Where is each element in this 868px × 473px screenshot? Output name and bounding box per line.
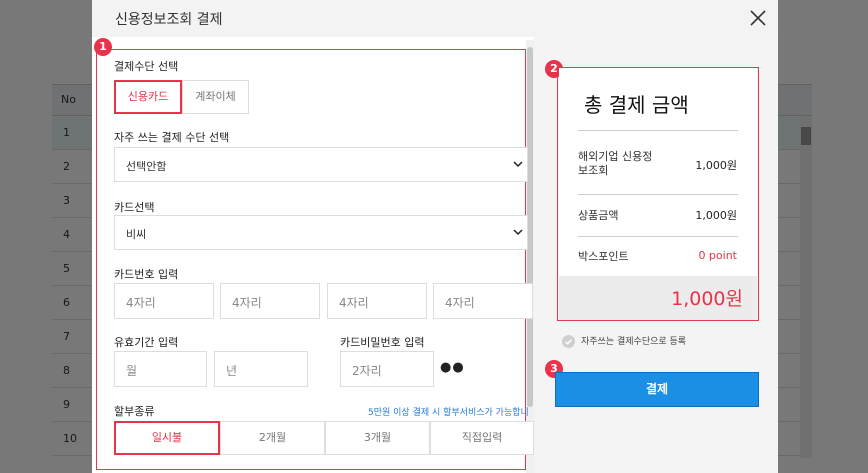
annotation-badge: 1 xyxy=(94,38,112,56)
installment-lump-sum-button[interactable]: 일시불 xyxy=(114,421,220,455)
chevron-down-icon xyxy=(513,229,523,236)
close-button[interactable] xyxy=(748,8,768,28)
payment-method-label: 결제수단 선택 xyxy=(114,60,179,73)
card-password-label: 카드비밀번호 입력 xyxy=(340,336,425,349)
installment-3months-button[interactable]: 3개월 xyxy=(325,421,430,455)
summary-title: 총 결제 금액 xyxy=(584,93,689,117)
summary-item-value: 1,000원 xyxy=(695,159,737,172)
frequent-method-select[interactable]: 선택안함 xyxy=(114,147,528,182)
card-number-input-4[interactable]: 4자리 xyxy=(433,283,533,319)
installment-label: 할부종류 xyxy=(114,405,155,418)
close-icon xyxy=(750,10,766,26)
payment-modal: 신용정보조회 결제 1 2 3 결제수단 선택 신용카드 계좌이체 자주 쓰는 … xyxy=(92,0,778,473)
summary-divider xyxy=(578,130,738,131)
pay-button[interactable]: 결제 xyxy=(555,372,759,407)
card-select[interactable]: 비씨 xyxy=(114,215,528,250)
check-icon xyxy=(562,335,575,348)
expiry-label: 유효기간 입력 xyxy=(114,336,179,349)
summary-total-bar: 1,000원 xyxy=(559,276,757,320)
frequent-method-label: 자주 쓰는 결제 수단 선택 xyxy=(114,131,230,144)
card-number-input-3[interactable]: 4자리 xyxy=(327,283,427,319)
summary-point-label: 박스포인트 xyxy=(578,250,629,263)
installment-custom-button[interactable]: 직접입력 xyxy=(430,421,534,455)
installment-2months-button[interactable]: 2개월 xyxy=(220,421,325,455)
card-password-input[interactable]: 2자리 xyxy=(340,351,434,387)
card-select-value: 비씨 xyxy=(126,228,147,241)
card-password-mask: ●● xyxy=(440,360,465,375)
card-number-label: 카드번호 입력 xyxy=(114,268,179,281)
payment-summary-card: 총 결제 금액 해외기업 신용정보조회 1,000원 상품금액 1,000원 박… xyxy=(559,68,757,320)
modal-title: 신용정보조회 결제 xyxy=(115,12,223,28)
expiry-year-input[interactable]: 년 xyxy=(214,351,308,387)
expiry-month-input[interactable]: 월 xyxy=(114,351,207,387)
summary-product-label: 상품금액 xyxy=(578,209,619,222)
modal-header: 신용정보조회 결제 xyxy=(92,0,778,37)
frequent-method-value: 선택안함 xyxy=(126,160,167,173)
payment-method-transfer-button[interactable]: 계좌이체 xyxy=(182,80,249,114)
summary-item-label: 해외기업 신용정보조회 xyxy=(578,150,653,177)
register-method-checkbox[interactable]: 자주쓰는 결제수단으로 등록 xyxy=(562,334,686,348)
card-select-label: 카드선택 xyxy=(114,201,155,214)
summary-divider xyxy=(578,194,738,195)
summary-divider xyxy=(578,236,738,237)
summary-total-value: 1,000원 xyxy=(671,288,743,310)
installment-note: 5만원 이상 결제 시 할부서비스가 가능합니다 xyxy=(368,408,528,418)
card-number-input-1[interactable]: 4자리 xyxy=(114,283,214,319)
chevron-down-icon xyxy=(513,161,523,168)
card-number-input-2[interactable]: 4자리 xyxy=(220,283,320,319)
summary-product-value: 1,000원 xyxy=(695,209,737,222)
summary-point-value: 0 point xyxy=(698,249,737,262)
register-method-label: 자주쓰는 결제수단으로 등록 xyxy=(581,337,687,347)
payment-method-card-button[interactable]: 신용카드 xyxy=(114,80,182,114)
